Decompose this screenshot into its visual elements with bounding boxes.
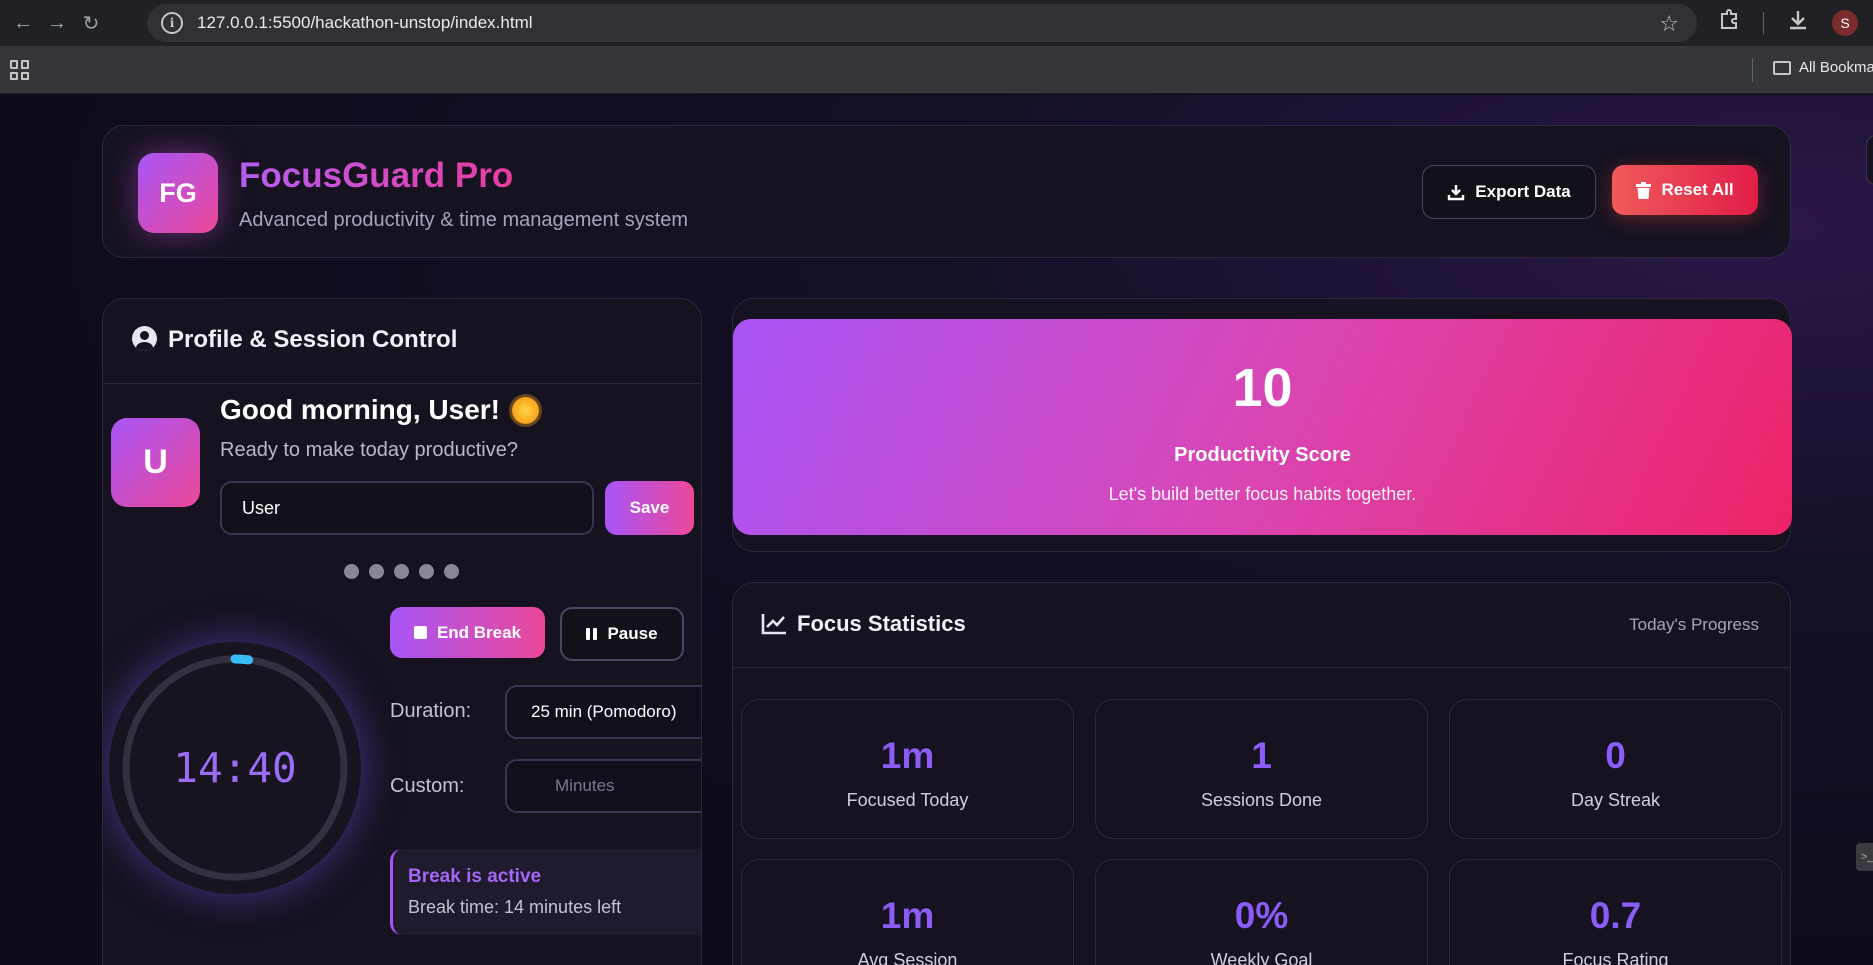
stat-value: 1m (880, 735, 935, 776)
focus-statistics-header: Focus Statistics Today's Progress (733, 583, 1790, 668)
productivity-score-card: 10 Productivity Score Let's build better… (732, 298, 1792, 552)
reset-all-label: Reset All (1661, 180, 1734, 199)
stat-value: 0 (1605, 735, 1626, 776)
stat-tile-focus-rating: 0.7 Focus Rating (1449, 859, 1782, 965)
site-info-icon[interactable]: i (161, 12, 183, 34)
stat-tile-sessions-done: 1 Sessions Done (1095, 699, 1428, 839)
productivity-score-label: Productivity Score (1174, 444, 1351, 466)
download-icon[interactable] (1786, 8, 1810, 32)
duration-label: Duration: (390, 700, 472, 722)
stat-value: 1 (1251, 735, 1272, 776)
profile-session-card: Profile & Session Control U Good morning… (102, 298, 702, 965)
extensions-icon[interactable] (1718, 8, 1740, 30)
session-dot (419, 564, 434, 579)
stat-label: Focus Rating (1562, 950, 1669, 965)
stat-label: Focused Today (846, 790, 969, 810)
app-subtitle: Advanced productivity & time management … (239, 209, 689, 231)
profile-initial: S (1832, 10, 1858, 36)
duration-select[interactable]: 25 min (Pomodoro) (505, 685, 701, 739)
stat-tile-weekly-goal: 0% Weekly Goal (1095, 859, 1428, 965)
toolbar-divider (1763, 12, 1764, 34)
user-circle-icon (132, 326, 157, 351)
app-header: FG FocusGuard Pro Advanced productivity … (102, 125, 1791, 258)
todays-progress-label: Today's Progress (1629, 615, 1759, 634)
greeting-subtitle: Ready to make today productive? (220, 439, 518, 461)
all-bookmarks-label: All Bookma (1799, 59, 1873, 76)
session-dots (344, 564, 459, 579)
export-data-label: Export Data (1475, 182, 1571, 201)
bookmark-star-icon[interactable]: ☆ (1659, 11, 1679, 37)
trash-icon (1636, 181, 1652, 199)
reset-all-button[interactable]: Reset All (1612, 165, 1758, 215)
break-status-text: Break time: 14 minutes left (408, 897, 622, 917)
stat-tile-focused-today: 1m Focused Today (741, 699, 1074, 839)
side-panel-edge (1866, 135, 1873, 185)
profile-card-title: Profile & Session Control (168, 326, 458, 353)
pause-icon (586, 628, 598, 640)
greeting-heading: Good morning, User! (220, 394, 539, 426)
save-name-button[interactable]: Save (605, 481, 694, 535)
productivity-score-message: Let's build better focus habits together… (1108, 484, 1417, 504)
stat-value: 0% (1234, 895, 1289, 936)
stat-tile-avg-session: 1m Avg Session (741, 859, 1074, 965)
sun-icon (512, 396, 539, 424)
bookmarks-bar: All Bookma (0, 46, 1873, 94)
profile-avatar[interactable]: S (1832, 10, 1858, 36)
stat-label: Avg Session (857, 950, 958, 965)
end-break-label: End Break (436, 622, 522, 642)
focus-statistics-card: Focus Statistics Today's Progress 1m Foc… (732, 582, 1791, 965)
break-status-box: Break is active Break time: 14 minutes l… (390, 849, 701, 935)
bookmarks-divider (1752, 58, 1753, 82)
stat-label: Day Streak (1570, 790, 1661, 810)
stat-value: 1m (880, 895, 935, 936)
stat-label: Sessions Done (1200, 790, 1323, 810)
stat-tile-day-streak: 0 Day Streak (1449, 699, 1782, 839)
session-dot (444, 564, 459, 579)
session-dot (369, 564, 384, 579)
profile-card-header: Profile & Session Control (103, 299, 701, 384)
page-content: FG FocusGuard Pro Advanced productivity … (0, 95, 1873, 965)
back-arrow-icon[interactable]: ← (6, 6, 40, 40)
productivity-score-value: 10 (1232, 358, 1293, 418)
line-chart-icon (761, 614, 786, 635)
apps-grid-icon[interactable] (10, 60, 30, 80)
session-dot (394, 564, 409, 579)
custom-minutes-input[interactable]: Minutes (505, 759, 701, 813)
export-data-button[interactable]: Export Data (1422, 165, 1596, 219)
stop-icon (413, 626, 427, 639)
custom-label: Custom: (390, 775, 465, 797)
greeting-text: Good morning, User! (220, 394, 500, 425)
folder-icon (1773, 60, 1791, 75)
stat-label: Weekly Goal (1210, 950, 1313, 965)
download-icon (1448, 185, 1465, 201)
stat-value: 0.7 (1589, 895, 1642, 936)
timer-display: 14:40 (173, 744, 297, 792)
pause-label: Pause (607, 624, 658, 643)
name-input[interactable]: User (220, 481, 594, 535)
end-break-button[interactable]: End Break (390, 607, 545, 658)
reload-icon[interactable]: ↻ (74, 6, 108, 40)
app-title: FocusGuard Pro (239, 156, 514, 195)
pause-button[interactable]: Pause (560, 607, 684, 661)
session-dot (344, 564, 359, 579)
address-bar[interactable]: i 127.0.0.1:5500/hackathon-unstop/index.… (147, 4, 1697, 42)
browser-toolbar: ← → ↻ i 127.0.0.1:5500/hackathon-unstop/… (0, 0, 1873, 46)
user-avatar: U (111, 418, 200, 507)
all-bookmarks[interactable]: All Bookma (1773, 59, 1873, 76)
focus-statistics-title: Focus Statistics (797, 611, 966, 636)
url-text: 127.0.0.1:5500/hackathon-unstop/index.ht… (197, 13, 533, 32)
terminal-toggle-icon[interactable]: >_ (1856, 843, 1873, 871)
forward-arrow-icon[interactable]: → (40, 6, 74, 40)
app-logo: FG (138, 153, 218, 233)
break-status-title: Break is active (408, 866, 542, 887)
timer-ring: 14:40 (109, 642, 361, 894)
productivity-score-banner: 10 Productivity Score Let's build better… (733, 319, 1792, 535)
